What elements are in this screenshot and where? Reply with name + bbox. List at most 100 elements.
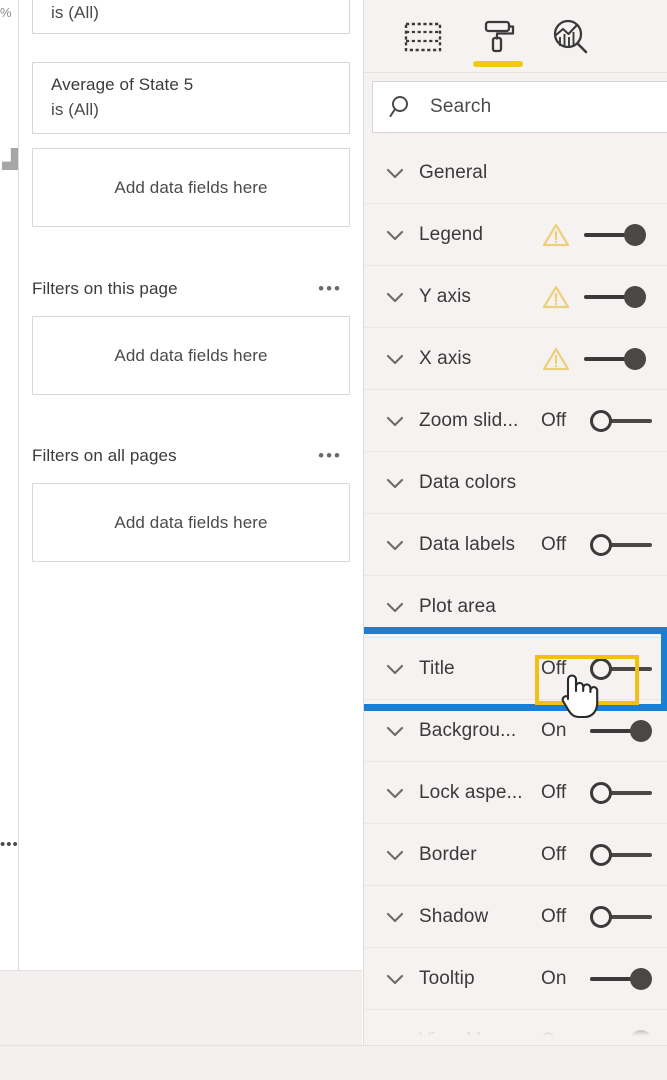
filter-card-condition: is (All) <box>51 3 100 22</box>
chevron-down-icon[interactable] <box>384 472 406 494</box>
toggle-state-label: Off <box>541 906 567 927</box>
section-title: Filters on all pages <box>32 446 177 465</box>
fields-tab[interactable] <box>386 9 460 69</box>
format-row-controls: Off <box>528 390 667 452</box>
format-row-shadow[interactable]: Shadow Off <box>364 886 667 948</box>
pane-tab-strip <box>364 6 667 72</box>
chevron-down-icon[interactable] <box>384 162 406 184</box>
format-row-label: Tooltip <box>419 967 475 989</box>
format-row-general[interactable]: General <box>364 142 667 204</box>
toggle-switch[interactable] <box>584 286 646 308</box>
report-canvas-footer <box>0 970 362 1045</box>
format-row-controls: Off <box>528 886 667 948</box>
toggle-switch[interactable] <box>590 1030 652 1045</box>
toggle-state-label: On <box>541 720 567 741</box>
chevron-down-icon[interactable] <box>384 844 406 866</box>
chevron-down-icon[interactable] <box>384 596 406 618</box>
format-row-y-axis[interactable]: Y axis <box>364 266 667 328</box>
filters-scroll-column[interactable]: % <box>0 0 18 970</box>
format-row-label: Zoom slid... <box>419 409 519 431</box>
scrollbar-thumb[interactable] <box>2 148 18 170</box>
format-row-label: X axis <box>419 347 472 369</box>
format-row-controls: Off <box>528 638 667 700</box>
toggle-state-label: On <box>541 968 567 989</box>
format-tab[interactable] <box>460 9 534 69</box>
chevron-down-icon[interactable] <box>384 534 406 556</box>
format-row-label: Lock aspe... <box>419 781 523 803</box>
chevron-down-icon[interactable] <box>384 410 406 432</box>
toggle-state-label: Off <box>541 658 567 679</box>
format-options-list[interactable]: General Legend Y axis X axis Zoom slid... Off… <box>364 142 667 1045</box>
warning-triangle-icon[interactable] <box>542 284 570 310</box>
search-placeholder: Search <box>430 96 492 117</box>
toggle-switch[interactable] <box>590 906 652 928</box>
search-input[interactable]: Search <box>372 81 667 133</box>
format-row-border[interactable]: Border Off <box>364 824 667 886</box>
drop-zone-label: Add data fields here <box>114 512 268 532</box>
drop-zone-page-filters[interactable]: Add data fields here <box>32 316 350 395</box>
format-row-title[interactable]: Title Off <box>364 627 667 719</box>
format-row-label: Plot area <box>419 595 496 617</box>
format-row-controls: Off <box>528 762 667 824</box>
toggle-switch[interactable] <box>590 782 652 804</box>
chevron-down-icon[interactable] <box>384 224 406 246</box>
format-row-controls: Off <box>528 514 667 576</box>
format-row-controls <box>528 266 667 328</box>
section-more-menu-icon[interactable]: ••• <box>318 280 350 297</box>
chevron-down-icon[interactable] <box>384 348 406 370</box>
window-bottom-strip <box>0 1045 667 1080</box>
filters-content: Average of State 4 (All) is (All) Averag… <box>19 0 362 970</box>
filter-card-state5[interactable]: Average of State 5 is (All) <box>32 62 350 134</box>
toggle-switch[interactable] <box>590 968 652 990</box>
chevron-down-icon[interactable] <box>384 782 406 804</box>
chevron-down-icon[interactable] <box>384 906 406 928</box>
format-row-zoom-slid[interactable]: Zoom slid... Off <box>364 390 667 452</box>
chevron-down-icon[interactable] <box>384 720 406 742</box>
toggle-state-label: Off <box>541 844 567 865</box>
warning-triangle-icon[interactable] <box>542 346 570 372</box>
overflow-ellipsis-icon[interactable]: ••• <box>0 836 18 854</box>
format-row-controls: On <box>528 1010 667 1045</box>
format-row-visual-he[interactable]: Visual he... On <box>364 1010 667 1045</box>
format-row-label: Data colors <box>419 471 517 493</box>
chevron-down-icon[interactable] <box>384 658 406 680</box>
format-row-lock-aspe[interactable]: Lock aspe... Off <box>364 762 667 824</box>
section-more-menu-icon[interactable]: ••• <box>318 447 350 464</box>
format-row-data-colors[interactable]: Data colors <box>364 452 667 514</box>
filter-card-clipped[interactable]: Average of State 4 (All) is (All) <box>32 0 350 34</box>
analytics-tab[interactable] <box>534 9 608 69</box>
toggle-state-label: Off <box>541 534 567 555</box>
toggle-state-label: On <box>541 1030 567 1045</box>
format-row-label: Title <box>419 657 455 679</box>
format-row-tooltip[interactable]: Tooltip On <box>364 948 667 1010</box>
format-row-data-labels[interactable]: Data labels Off <box>364 514 667 576</box>
toggle-switch[interactable] <box>590 534 652 556</box>
format-row-controls: On <box>528 948 667 1010</box>
chevron-down-icon[interactable] <box>384 1030 406 1045</box>
format-row-legend[interactable]: Legend <box>364 204 667 266</box>
format-row-x-axis[interactable]: X axis <box>364 328 667 390</box>
toggle-switch[interactable] <box>590 720 652 742</box>
toggle-switch[interactable] <box>590 844 652 866</box>
toggle-state-label: Off <box>541 410 567 431</box>
chevron-down-icon[interactable] <box>384 968 406 990</box>
chevron-down-icon[interactable] <box>384 286 406 308</box>
tab-strip-divider <box>364 72 667 73</box>
format-row-controls: On <box>528 700 667 762</box>
format-row-plot-area[interactable]: Plot area <box>364 576 667 638</box>
toggle-switch[interactable] <box>590 410 652 432</box>
drop-zone-label: Add data fields here <box>114 177 268 197</box>
format-row-label: Visual he... <box>419 1029 514 1046</box>
format-row-controls <box>528 328 667 390</box>
format-row-label: Legend <box>419 223 484 245</box>
format-row-backgrou[interactable]: Backgrou... On <box>364 700 667 762</box>
drop-zone-label: Add data fields here <box>114 345 268 365</box>
toggle-switch[interactable] <box>590 658 652 680</box>
paint-roller-icon <box>477 17 517 62</box>
warning-triangle-icon[interactable] <box>542 222 570 248</box>
filter-card-field: Average of State 5 <box>51 75 194 94</box>
drop-zone-visual-filters[interactable]: Add data fields here <box>32 148 350 227</box>
toggle-switch[interactable] <box>584 348 646 370</box>
toggle-switch[interactable] <box>584 224 646 246</box>
drop-zone-report-filters[interactable]: Add data fields here <box>32 483 350 562</box>
